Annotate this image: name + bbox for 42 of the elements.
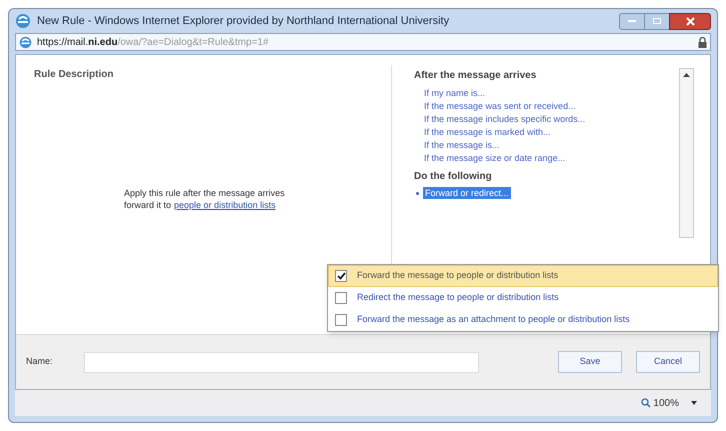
menu-item-label: Forward the message as an attachment to people or distribution lists bbox=[357, 313, 630, 326]
checkbox[interactable] bbox=[335, 270, 347, 282]
close-button[interactable] bbox=[669, 12, 711, 30]
section-heading: After the message arrives bbox=[414, 69, 538, 83]
action-link[interactable]: Forward or redirect... bbox=[423, 187, 511, 199]
condition-link[interactable]: If the message is marked with... bbox=[424, 126, 679, 139]
lock-icon bbox=[698, 36, 707, 48]
url-text: https://mail.ni.edu/owa/?ae=Dialog&t=Rule&tmp=1# bbox=[37, 36, 269, 50]
description-text: forward it to bbox=[124, 199, 172, 211]
section-title: Rule Description bbox=[34, 68, 114, 82]
scrollbar[interactable] bbox=[679, 68, 694, 238]
zoom-button[interactable]: 100% bbox=[641, 396, 679, 410]
recipients-link[interactable]: people or distribution lists bbox=[174, 199, 276, 211]
section-heading: Do the following bbox=[414, 170, 493, 184]
cancel-button[interactable]: Cancel bbox=[636, 351, 700, 373]
condition-link[interactable]: If the message is... bbox=[424, 139, 679, 152]
menu-item[interactable]: Redirect the message to people or distribution lists bbox=[328, 287, 718, 309]
condition-link[interactable]: If the message includes specific words... bbox=[424, 113, 679, 126]
page-icon bbox=[19, 36, 32, 48]
bullet-icon bbox=[416, 192, 419, 194]
condition-link[interactable]: If the message size or date range... bbox=[424, 152, 679, 165]
name-field[interactable] bbox=[84, 352, 479, 372]
browser-logo-icon bbox=[15, 13, 31, 29]
condition-link[interactable]: If the message was sent or received... bbox=[424, 100, 679, 113]
checkbox[interactable] bbox=[335, 292, 347, 304]
zoom-icon bbox=[641, 398, 652, 408]
menu-item-label: Forward the message to people or distribution lists bbox=[357, 269, 558, 282]
maximize-button[interactable] bbox=[645, 12, 669, 30]
condition-link[interactable]: If my name is... bbox=[424, 87, 679, 100]
menu-item[interactable]: Forward the message to people or distribution lists bbox=[328, 265, 718, 287]
scroll-up-icon bbox=[683, 73, 690, 77]
save-button[interactable]: Save bbox=[558, 351, 622, 373]
address-bar[interactable]: https://mail.ni.edu/owa/?ae=Dialog&t=Rule&tmp=1# bbox=[15, 33, 711, 51]
menu-item[interactable]: Forward the message as an attachment to people or distribution lists bbox=[328, 309, 718, 331]
checkbox[interactable] bbox=[335, 314, 347, 326]
name-label: Name: bbox=[26, 355, 54, 368]
window-title: New Rule - Windows Internet Explorer provided by Northland International University bbox=[37, 14, 450, 29]
close-icon bbox=[686, 16, 694, 26]
description-text: Apply this rule after the message arrives bbox=[124, 187, 286, 199]
minimize-button[interactable] bbox=[619, 12, 645, 30]
menu-item-label: Redirect the message to people or distribution lists bbox=[357, 291, 559, 304]
caret-icon[interactable] bbox=[691, 401, 697, 405]
